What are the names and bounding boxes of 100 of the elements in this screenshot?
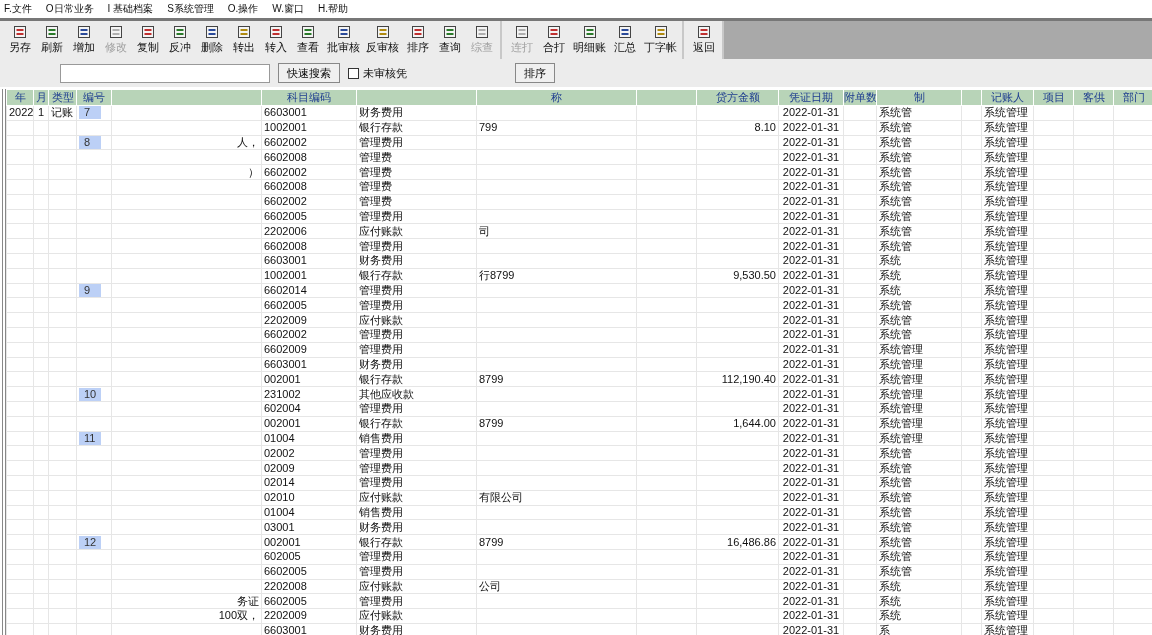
table-cell: 系统管	[876, 209, 962, 224]
table-cell: 管理费用	[356, 135, 477, 150]
toolbar-button[interactable]: 转入	[260, 21, 292, 59]
table-cell: 公司	[476, 579, 637, 594]
menu-item[interactable]: I 基础档案	[107, 2, 154, 16]
table-cell: 管理费用	[356, 283, 477, 298]
toolbar-button[interactable]: 汇总	[609, 21, 641, 59]
table-cell: 1002001	[261, 268, 357, 284]
toolbar-button[interactable]: 反审核	[363, 21, 402, 59]
table-cell: 行8799	[476, 268, 637, 284]
table-cell: 系统管理	[981, 179, 1034, 195]
toolbar-button[interactable]: 合打	[538, 21, 570, 59]
table-cell: 系统管理	[981, 490, 1034, 505]
table-cell: 应付账款	[356, 312, 477, 328]
table-cell: 系统管理	[981, 431, 1034, 446]
menu-item[interactable]: S系统管理	[167, 2, 214, 16]
voucher-number: 12	[79, 535, 102, 549]
table-cell: 2022-01-31	[778, 460, 844, 476]
table-cell: 2022-01-31	[778, 564, 844, 579]
table-cell: 6602005	[261, 297, 357, 313]
menu-item[interactable]: O日常业务	[45, 2, 94, 16]
toolbar-button[interactable]: 返回	[688, 21, 720, 59]
menu-item[interactable]: F.文件	[4, 2, 32, 16]
voucher-number: 7	[79, 106, 101, 120]
toolbar-button[interactable]: 反冲	[164, 21, 196, 59]
table-cell: 系统管	[876, 312, 962, 328]
toolbar-button[interactable]: 查询	[434, 21, 466, 59]
toolbar-button[interactable]: 刷新	[36, 21, 68, 59]
voucher-number: 10	[79, 387, 102, 401]
toolbar-icon	[375, 25, 390, 39]
voucher-number: 8	[79, 136, 101, 149]
table-cell: 2022-01-31	[778, 357, 844, 372]
table-cell: 管理费用	[356, 460, 477, 476]
checkbox[interactable]	[348, 67, 359, 79]
column-header: 贷方金额	[696, 89, 779, 106]
toolbar-icon	[77, 25, 91, 39]
table-cell: ）	[111, 164, 262, 180]
table-cell: 6602005	[261, 593, 357, 609]
table-cell: 8799	[476, 416, 637, 432]
table-cell: 系统管理	[981, 475, 1034, 491]
toolbar-icon	[269, 25, 283, 39]
column-header: 称	[476, 89, 637, 106]
table-cell: 系统管	[876, 490, 962, 505]
menu-item[interactable]: H.帮助	[318, 2, 349, 16]
table-cell: 系统管理	[981, 268, 1034, 284]
table-cell: 系统管理	[981, 149, 1034, 165]
toolbar-button[interactable]: 查看	[292, 21, 324, 59]
table-cell: 系统管理	[981, 297, 1034, 313]
toolbar-icon	[411, 25, 425, 39]
table-cell: 2022-01-31	[778, 223, 844, 239]
table-cell: 2022-01-31	[778, 593, 844, 609]
table-cell: 系统管理	[981, 579, 1034, 594]
toolbar-icon	[336, 25, 351, 39]
table-cell: 系统管	[876, 164, 962, 180]
toolbar-button[interactable]: 排序	[402, 21, 434, 59]
toolbar-button[interactable]: 复制	[132, 21, 164, 59]
table-cell: 系统管理	[981, 564, 1034, 579]
column-header: 项目	[1033, 89, 1074, 106]
table-cell: 6602008	[261, 149, 357, 165]
voucher-number: 11	[79, 432, 101, 445]
toolbar-icon	[45, 25, 59, 39]
search-field[interactable]	[60, 63, 270, 83]
menu-item[interactable]: W.窗口	[272, 2, 305, 16]
toolbar-icon	[547, 25, 561, 39]
table-cell: 系统	[876, 608, 962, 624]
table-cell: 系统	[876, 593, 962, 609]
table-cell: 应付账款	[356, 490, 477, 505]
table-cell: 系统管	[876, 505, 962, 520]
sort-button[interactable]: 排序	[515, 63, 555, 83]
table-cell: 管理费用	[356, 297, 477, 313]
toolbar-icon	[205, 25, 219, 39]
toolbar-button[interactable]: 明细账	[570, 21, 609, 59]
table-cell: 系统管	[876, 549, 962, 565]
table-cell: 系统管理	[981, 371, 1034, 387]
table-cell: 系统管	[876, 327, 962, 343]
toolbar-button[interactable]: 另存	[4, 21, 36, 59]
toolbar-button[interactable]: 批审核	[324, 21, 363, 59]
table-cell: 系统管理	[981, 416, 1034, 432]
menu-item[interactable]: O.操作	[227, 2, 259, 16]
table-cell: 03001	[261, 519, 357, 535]
table-cell: 销售费用	[356, 505, 477, 520]
table-cell: 系统管理	[981, 549, 1034, 565]
toolbar-button[interactable]: 增加	[68, 21, 100, 59]
toolbar-button[interactable]: 丁字帐	[641, 21, 680, 59]
table-cell: 系统管理	[981, 342, 1034, 358]
table-cell: 系统管理	[981, 593, 1034, 609]
table-cell: 其他应收款	[356, 386, 477, 402]
quick-search-button[interactable]: 快速搜索	[278, 63, 340, 83]
toolbar-button[interactable]: 删除	[196, 21, 228, 59]
table-cell: 02002	[261, 445, 357, 461]
table-cell: 系统管理	[876, 431, 962, 446]
table-cell: 系统管理	[981, 534, 1034, 550]
table-cell: 002001	[261, 534, 357, 550]
table-cell: 002001	[261, 371, 357, 387]
toolbar-icon	[618, 25, 632, 39]
toolbar-button[interactable]: 转出	[228, 21, 260, 59]
table-cell: 银行存款	[356, 120, 477, 136]
table-cell: 系统	[876, 253, 962, 269]
table-cell: 2022-01-31	[778, 194, 844, 210]
table-cell: 01004	[261, 505, 357, 520]
